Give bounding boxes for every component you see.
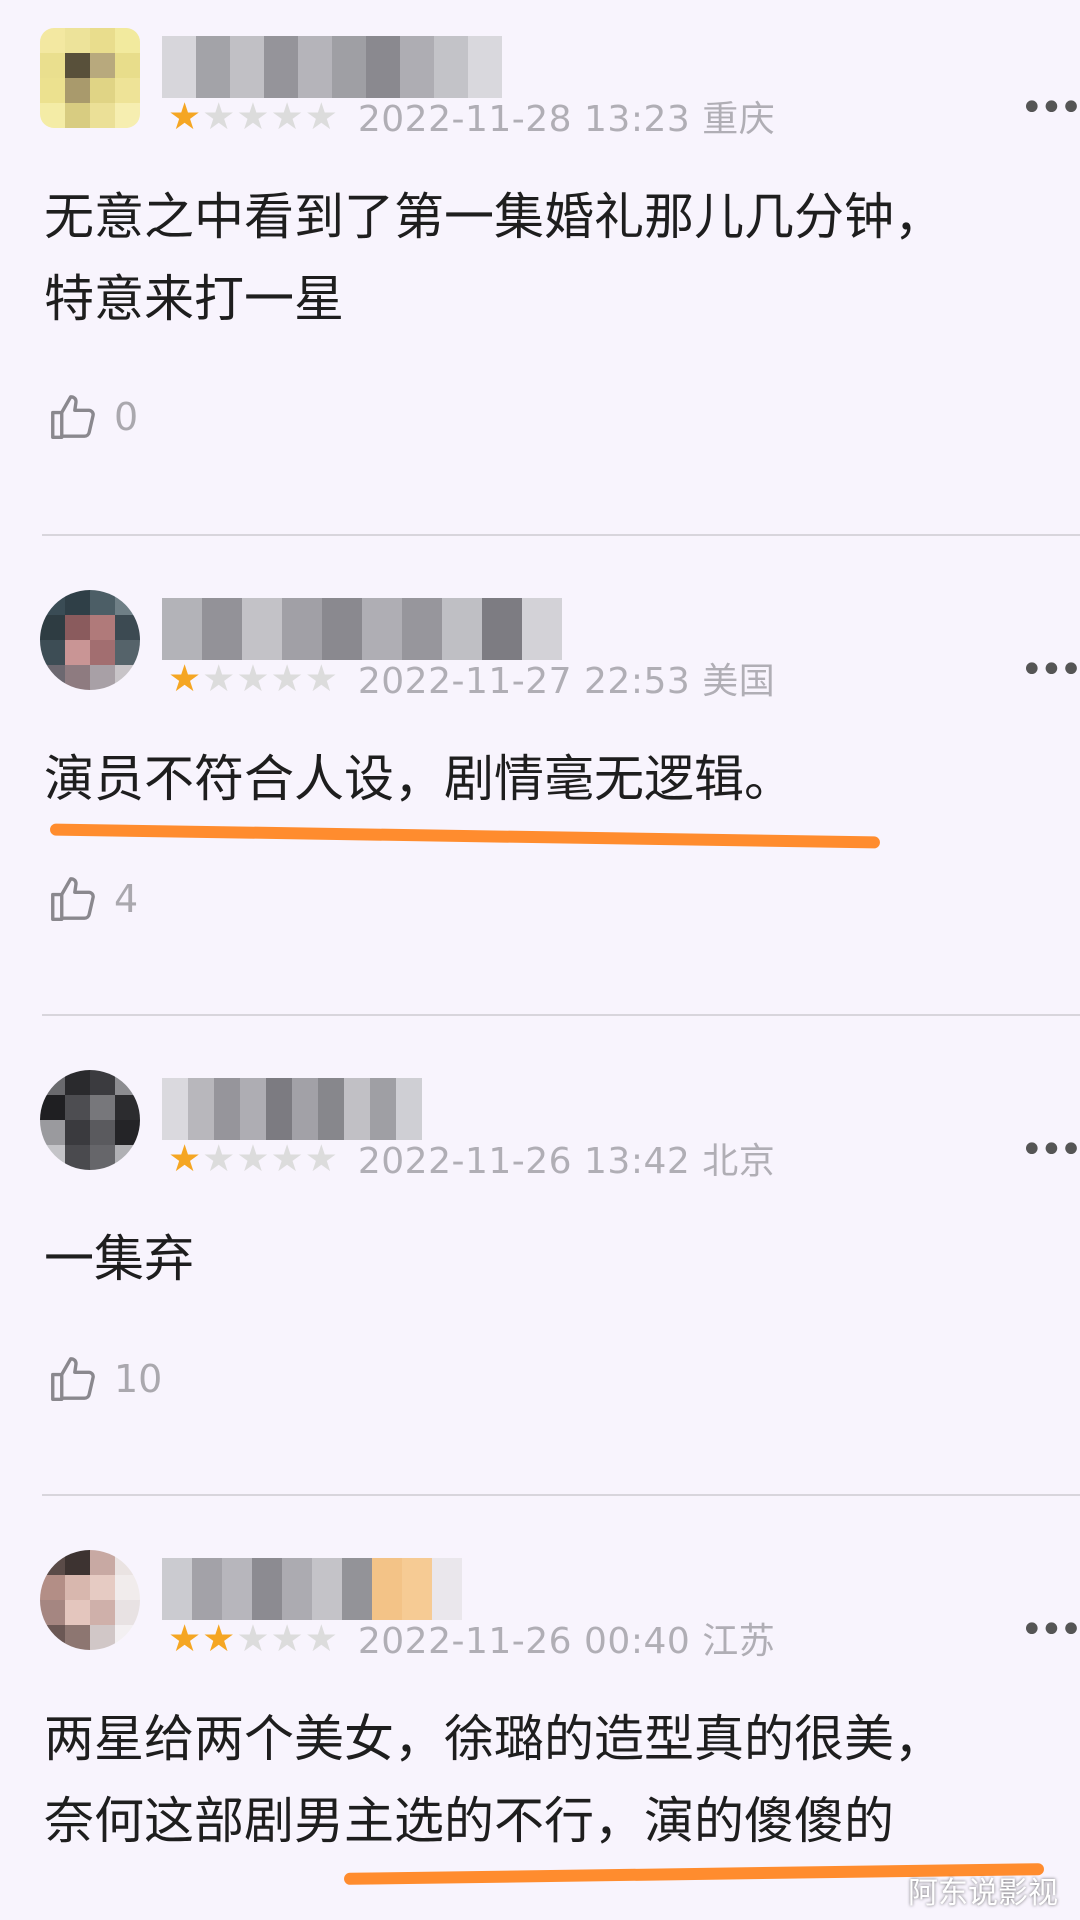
rating-stars: ★ ★ ★ ★ ★: [168, 660, 338, 697]
review-timestamp: 2022-11-28 13:23 重庆: [357, 99, 776, 140]
review-text-line: 奈何这部剧男主选的不行，演的傻傻的: [44, 1792, 894, 1850]
review-text: 一集弃: [44, 1218, 1044, 1300]
username-blurred[interactable]: [162, 598, 562, 660]
avatar[interactable]: [40, 1070, 140, 1170]
like-button[interactable]: 4: [46, 872, 138, 926]
username-blurred[interactable]: [162, 1558, 462, 1620]
rating-stars: ★ ★ ★ ★ ★: [168, 1620, 338, 1657]
review-timestamp: 2022-11-26 13:42 北京: [357, 1141, 776, 1182]
review-meta: ★ ★ ★ ★ ★ 2022-11-27 22:53 美国: [168, 656, 775, 703]
star-icon: ★: [168, 1136, 202, 1180]
star-icon: ★: [304, 94, 338, 138]
review-meta: ★ ★ ★ ★ ★ 2022-11-28 13:23 重庆: [168, 94, 775, 141]
review-text: 两星给两个美女，徐璐的造型真的很美， 奈何这部剧男主选的不行，演的傻傻的: [44, 1698, 1044, 1862]
review-timestamp: 2022-11-27 22:53 美国: [357, 661, 776, 702]
review-meta: ★ ★ ★ ★ ★ 2022-11-26 13:42 北京: [168, 1136, 775, 1183]
star-icon: ★: [236, 1616, 270, 1660]
like-button[interactable]: 10: [46, 1352, 162, 1406]
thumbs-up-icon: [51, 877, 95, 921]
star-icon: ★: [202, 1616, 236, 1660]
more-dots-icon[interactable]: •••: [1020, 1130, 1080, 1170]
review-timestamp: 2022-11-26 00:40 江苏: [357, 1621, 776, 1662]
like-count: 0: [114, 395, 139, 439]
avatar[interactable]: [40, 1550, 140, 1650]
star-icon: ★: [168, 656, 202, 700]
divider: [42, 1014, 1080, 1016]
star-icon: ★: [304, 656, 338, 700]
star-icon: ★: [270, 656, 304, 700]
more-dots-icon[interactable]: •••: [1020, 88, 1080, 128]
star-icon: ★: [270, 1136, 304, 1180]
review-text: 演员不符合人设，剧情毫无逻辑。: [44, 738, 1044, 820]
avatar[interactable]: [40, 28, 140, 128]
username-blurred[interactable]: [162, 1078, 422, 1140]
thumbs-up-icon: [51, 1357, 95, 1401]
star-icon: ★: [304, 1136, 338, 1180]
review-text-line: 一集弃: [44, 1230, 194, 1288]
star-icon: ★: [270, 1616, 304, 1660]
review-text: 无意之中看到了第一集婚礼那儿几分钟， 特意来打一星: [44, 176, 1044, 340]
star-icon: ★: [304, 1616, 338, 1660]
username-blurred[interactable]: [162, 36, 502, 98]
like-count: 10: [114, 1357, 163, 1401]
like-button[interactable]: 0: [46, 390, 138, 444]
star-icon: ★: [270, 94, 304, 138]
star-icon: ★: [168, 94, 202, 138]
avatar[interactable]: [40, 590, 140, 690]
star-icon: ★: [236, 656, 270, 700]
star-icon: ★: [236, 94, 270, 138]
more-dots-icon[interactable]: •••: [1020, 1610, 1080, 1650]
like-count: 4: [114, 877, 139, 921]
highlight-underline: [49, 823, 881, 849]
star-icon: ★: [202, 1136, 236, 1180]
star-icon: ★: [202, 656, 236, 700]
thumbs-up-icon: [51, 395, 95, 439]
rating-stars: ★ ★ ★ ★ ★: [168, 1140, 338, 1177]
review-text-line: 演员不符合人设，剧情毫无逻辑。: [44, 750, 794, 808]
divider: [42, 534, 1080, 536]
review-meta: ★ ★ ★ ★ ★ 2022-11-26 00:40 江苏: [168, 1616, 775, 1663]
star-icon: ★: [236, 1136, 270, 1180]
star-icon: ★: [202, 94, 236, 138]
review-text-line: 特意来打一星: [44, 270, 344, 328]
watermark: 阿东说影视: [908, 1876, 1058, 1911]
star-icon: ★: [168, 1616, 202, 1660]
divider: [42, 1494, 1080, 1496]
more-dots-icon[interactable]: •••: [1020, 650, 1080, 690]
review-text-line: 两星给两个美女，徐璐的造型真的很美，: [44, 1710, 944, 1768]
review-text-line: 无意之中看到了第一集婚礼那儿几分钟，: [44, 188, 944, 246]
rating-stars: ★ ★ ★ ★ ★: [168, 98, 338, 135]
